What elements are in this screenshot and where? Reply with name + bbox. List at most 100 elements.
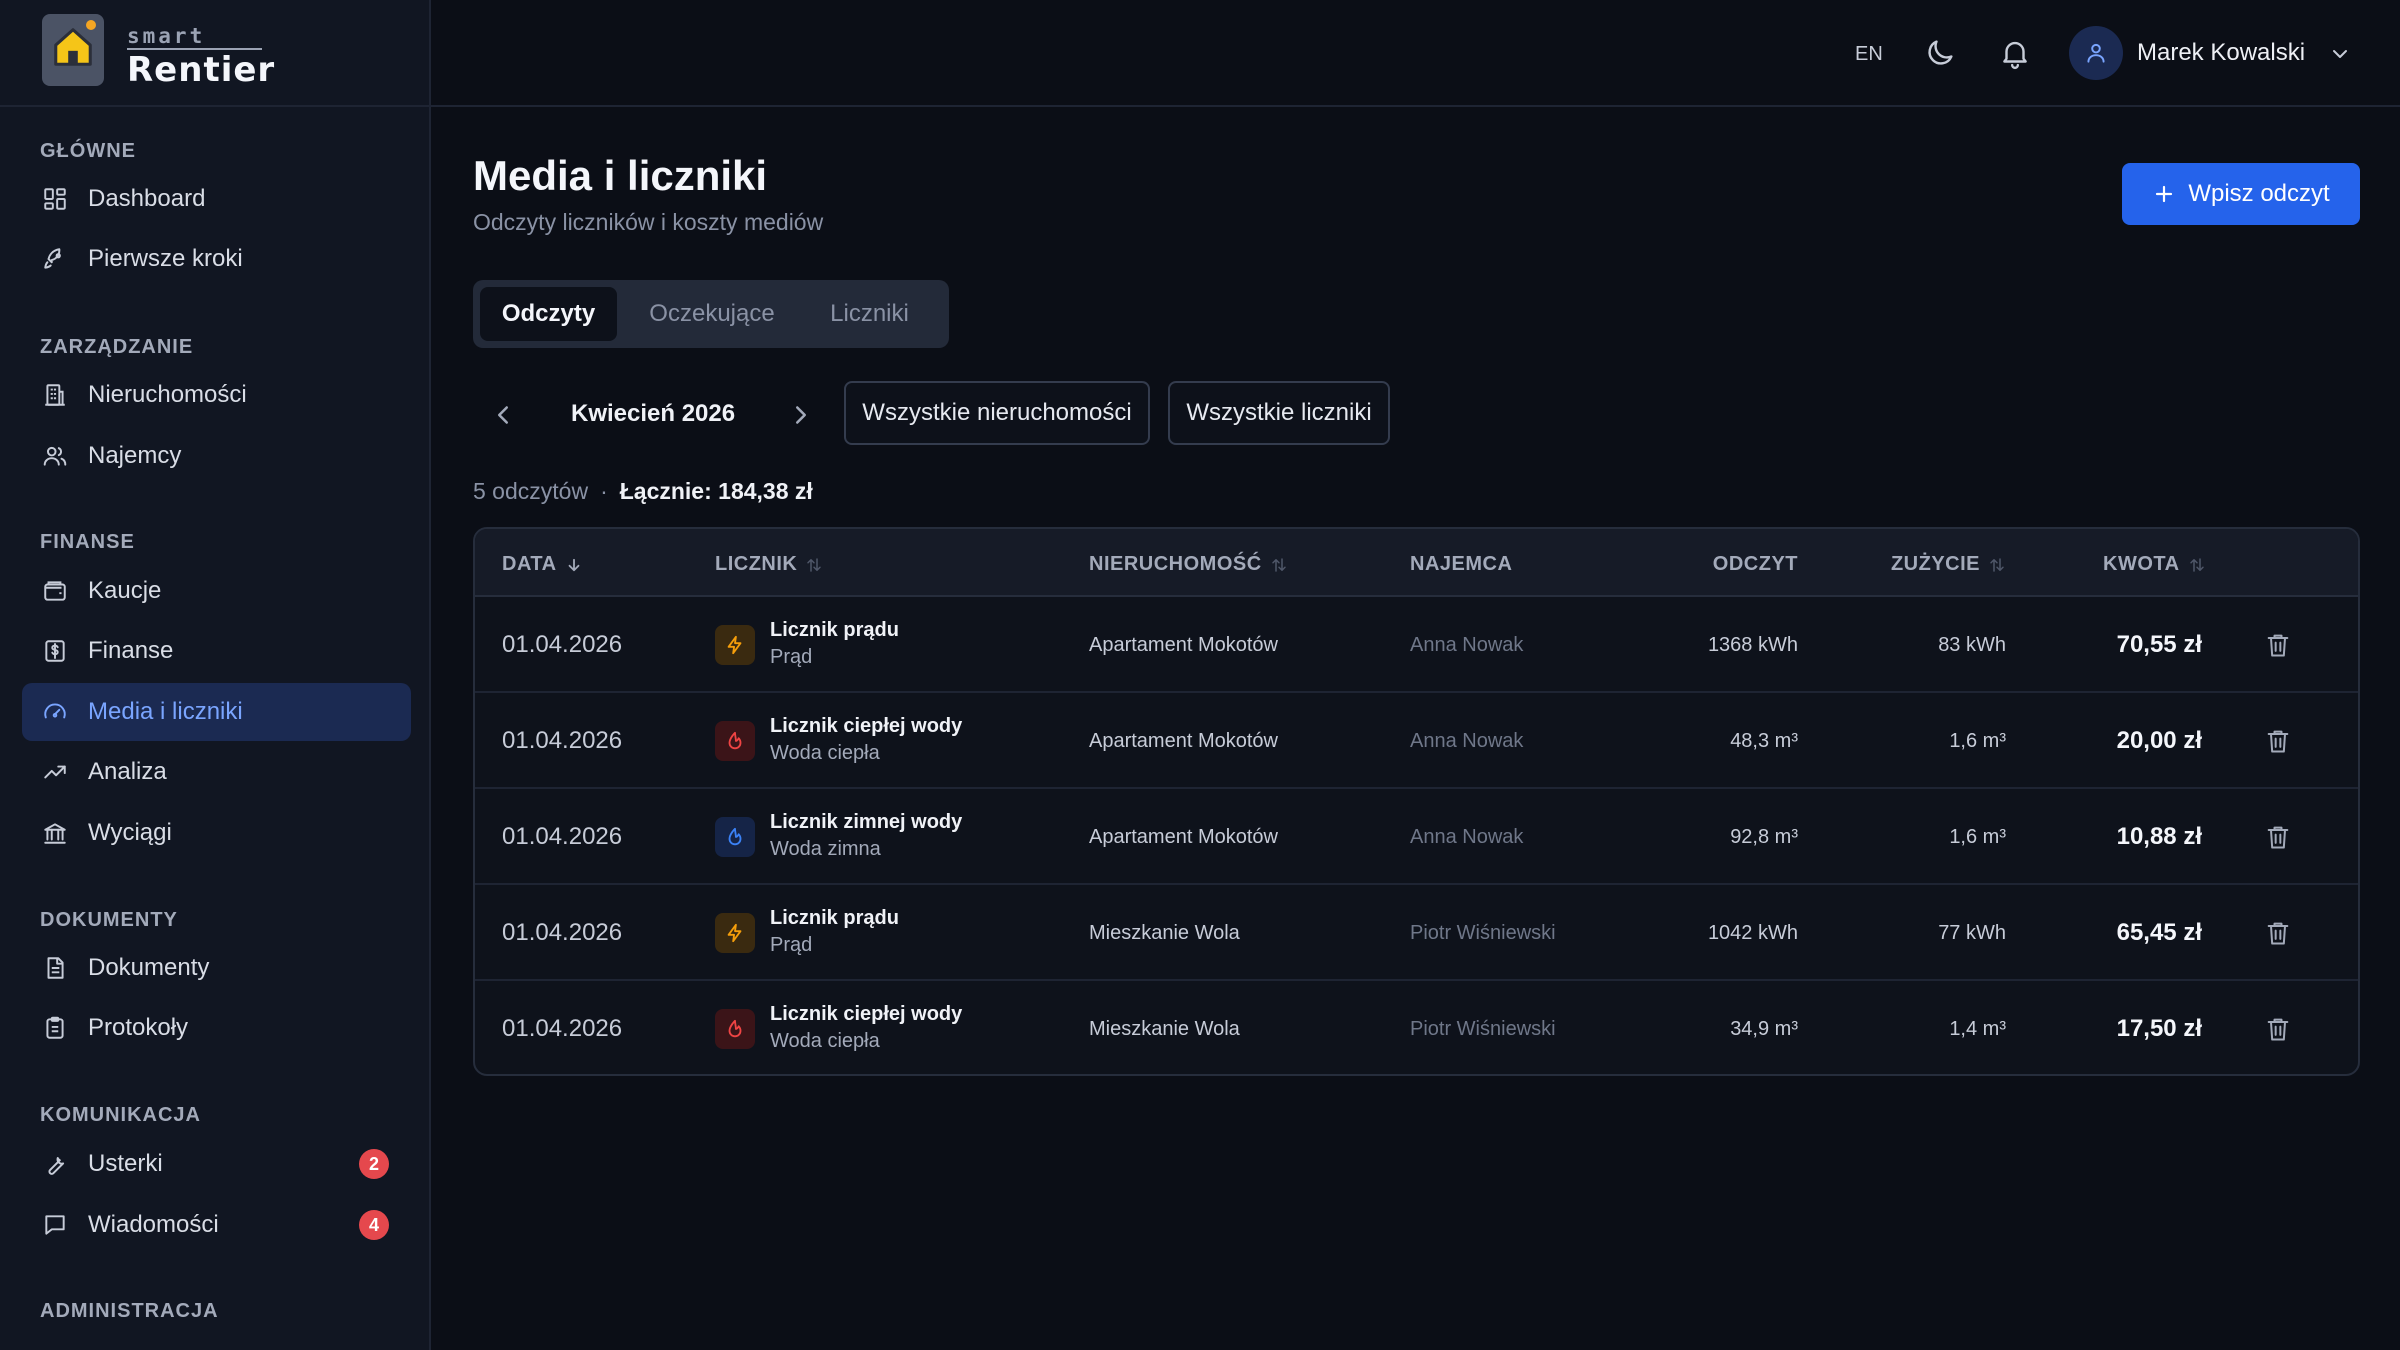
tab-pending[interactable]: Oczekujące xyxy=(617,287,807,341)
sort-icon xyxy=(1271,557,1286,572)
amount: 17,50 zł xyxy=(2116,1015,2202,1042)
sidebar-item-properties[interactable]: Nieruchomości xyxy=(22,366,411,424)
column-amount-label: KWOTA xyxy=(2103,553,2180,575)
table-row[interactable]: 01.04.2026 Licznik ciepłej wody Woda cie… xyxy=(475,693,2358,789)
sidebar-item-dashboard[interactable]: Dashboard xyxy=(22,170,411,228)
readings-total: Łącznie: 184,38 zł xyxy=(619,478,813,504)
property-filter[interactable]: Wszystkie nieruchomości xyxy=(844,381,1150,445)
sidebar-item-protocols[interactable]: Protokoły xyxy=(22,999,411,1057)
table-row[interactable]: 01.04.2026 Licznik zimnej wody Woda zimn… xyxy=(475,789,2358,885)
trash-icon[interactable] xyxy=(2264,1015,2292,1043)
nav-section-finance: FINANSE xyxy=(40,531,135,553)
chevron-right-icon[interactable] xyxy=(786,400,816,430)
column-meter-label: LICZNIK xyxy=(715,553,798,575)
user-name[interactable]: Marek Kowalski xyxy=(2137,39,2305,67)
trash-icon[interactable] xyxy=(2264,727,2292,755)
sidebar-item-label: Najemcy xyxy=(88,442,182,469)
summary-separator: · xyxy=(600,478,608,504)
logo-small-text: smart xyxy=(127,24,206,48)
trash-icon[interactable] xyxy=(2264,631,2292,659)
chevron-left-icon[interactable] xyxy=(488,400,518,430)
column-reading: ODCZYT xyxy=(1713,553,1798,576)
sidebar-item-label: Usterki xyxy=(88,1150,163,1177)
meter-filter[interactable]: Wszystkie liczniki xyxy=(1168,381,1390,445)
column-reading-label: ODCZYT xyxy=(1712,553,1798,575)
lightning-icon xyxy=(715,913,755,953)
sidebar-item-finance[interactable]: Finanse xyxy=(22,622,411,680)
column-amount[interactable]: KWOTA xyxy=(2103,553,2206,576)
column-usage[interactable]: ZUŻYCIE xyxy=(1891,553,2006,576)
sidebar-item-documents[interactable]: Dokumenty xyxy=(22,939,411,997)
property-name: Mieszkanie Wola xyxy=(1089,1017,1240,1040)
dollar-icon xyxy=(40,636,70,666)
tenant-name: Anna Nowak xyxy=(1410,633,1524,656)
wallet-icon xyxy=(40,576,70,606)
meter-type: Prąd xyxy=(770,646,813,668)
property-name: Apartament Mokotów xyxy=(1089,633,1278,656)
add-reading-label: Wpisz odczyt xyxy=(2188,180,2330,207)
sidebar-item-messages[interactable]: Wiadomości 4 xyxy=(22,1196,411,1254)
meter-reading: 1042 kWh xyxy=(1707,921,1798,944)
meter-type: Woda zimna xyxy=(770,838,881,860)
sidebar-item-analysis[interactable]: Analiza xyxy=(22,743,411,801)
column-tenant: NAJEMCA xyxy=(1410,553,1512,576)
bell-icon[interactable] xyxy=(1998,36,2032,70)
column-property[interactable]: NIERUCHOMOŚĆ xyxy=(1089,553,1288,576)
sidebar-item-utilities[interactable]: Media i liczniki xyxy=(22,683,411,741)
meter-reading: 48,3 m³ xyxy=(1730,729,1798,752)
sidebar-item-label: Finanse xyxy=(88,637,174,664)
lightning-icon xyxy=(715,625,755,665)
column-date[interactable]: DATA xyxy=(502,553,583,576)
table-header: DATA LICZNIK NIERUCHOMOŚĆ NAJEMCA ODCZYT… xyxy=(475,529,2358,597)
column-meter[interactable]: LICZNIK xyxy=(715,553,823,576)
sidebar-item-label: Dokumenty xyxy=(88,954,210,981)
meter-name: Licznik ciepłej wody xyxy=(770,1003,963,1025)
sidebar-item-deposits[interactable]: Kaucje xyxy=(22,562,411,620)
logo[interactable]: smart Rentier xyxy=(0,0,429,107)
meter-usage: 83 kWh xyxy=(1938,633,2006,656)
column-usage-label: ZUŻYCIE xyxy=(1890,553,1980,575)
meter-reading: 34,9 m³ xyxy=(1730,1017,1798,1040)
table-row[interactable]: 01.04.2026 Licznik prądu Prąd Mieszkanie… xyxy=(475,885,2358,981)
sidebar-item-label: Protokoły xyxy=(88,1014,189,1041)
readings-table: DATA LICZNIK NIERUCHOMOŚĆ NAJEMCA ODCZYT… xyxy=(473,527,2360,1076)
meter-type: Prąd xyxy=(770,934,813,956)
table-row[interactable]: 01.04.2026 Licznik prądu Prąd Apartament… xyxy=(475,597,2358,693)
tenant-name: Piotr Wiśniewski xyxy=(1410,921,1556,944)
tab-readings[interactable]: Odczyty xyxy=(480,287,617,341)
sidebar-item-label: Kaucje xyxy=(88,577,162,604)
sidebar-item-tenants[interactable]: Najemcy xyxy=(22,427,411,485)
topbar: EN Marek Kowalski xyxy=(431,0,2400,107)
clipboard-icon xyxy=(40,1013,70,1043)
sidebar: smart Rentier GŁÓWNE Dashboard Pierwsze … xyxy=(0,0,431,1350)
meter-name: Licznik prądu xyxy=(770,619,899,641)
page-subtitle: Odczyty liczników i koszty mediów xyxy=(473,209,824,235)
moon-icon[interactable] xyxy=(1923,36,1957,70)
tenant-name: Anna Nowak xyxy=(1410,825,1524,848)
meter-reading: 92,8 m³ xyxy=(1730,825,1798,848)
meter-type: Woda ciepła xyxy=(770,1030,880,1052)
sidebar-item-label: Dashboard xyxy=(88,185,206,212)
add-reading-button[interactable]: Wpisz odczyt xyxy=(2122,163,2360,225)
message-icon xyxy=(40,1210,70,1240)
meter-name: Licznik zimnej wody xyxy=(770,811,963,833)
sidebar-item-faults[interactable]: Usterki 2 xyxy=(22,1135,411,1193)
property-name: Apartament Mokotów xyxy=(1089,825,1278,848)
amount: 65,45 zł xyxy=(2116,919,2202,946)
trash-icon[interactable] xyxy=(2264,919,2292,947)
readings-summary: 5 odczytów · Łącznie: 184,38 zł xyxy=(473,478,813,505)
sidebar-item-getting-started[interactable]: Pierwsze kroki xyxy=(22,230,411,288)
reading-date: 01.04.2026 xyxy=(502,631,623,658)
property-name: Apartament Mokotów xyxy=(1089,729,1278,752)
table-row[interactable]: 01.04.2026 Licznik ciepłej wody Woda cie… xyxy=(475,981,2358,1074)
sidebar-item-label: Media i liczniki xyxy=(88,698,243,725)
chevron-down-icon[interactable] xyxy=(2328,42,2352,66)
avatar[interactable] xyxy=(2069,26,2123,80)
page-title: Media i liczniki xyxy=(473,152,768,199)
tab-meters[interactable]: Liczniki xyxy=(807,287,932,341)
sidebar-item-statements[interactable]: Wyciągi xyxy=(22,804,411,862)
sort-icon xyxy=(807,557,822,572)
language-switch[interactable]: EN xyxy=(1855,43,1883,66)
document-icon xyxy=(40,953,70,983)
trash-icon[interactable] xyxy=(2264,823,2292,851)
